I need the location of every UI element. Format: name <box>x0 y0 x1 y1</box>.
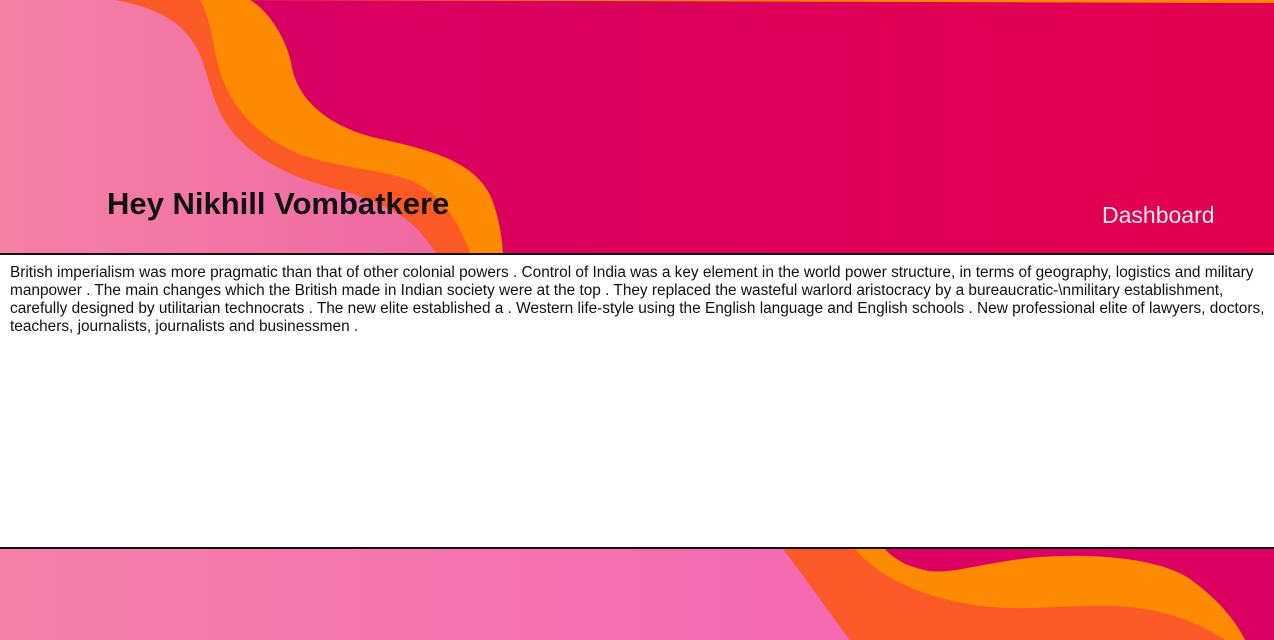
footer-wave-background <box>0 549 1274 640</box>
footer-banner <box>0 549 1274 640</box>
main-content: British imperialism was more pragmatic t… <box>0 255 1274 547</box>
dashboard-link[interactable]: Dashboard <box>1102 200 1215 230</box>
greeting-heading: Hey Nikhill Vombatkere <box>107 186 450 221</box>
header-banner: Hey Nikhill Vombatkere Dashboard <box>0 0 1274 253</box>
article-text: British imperialism was more pragmatic t… <box>10 264 1265 335</box>
page: Hey Nikhill Vombatkere Dashboard British… <box>0 0 1274 640</box>
